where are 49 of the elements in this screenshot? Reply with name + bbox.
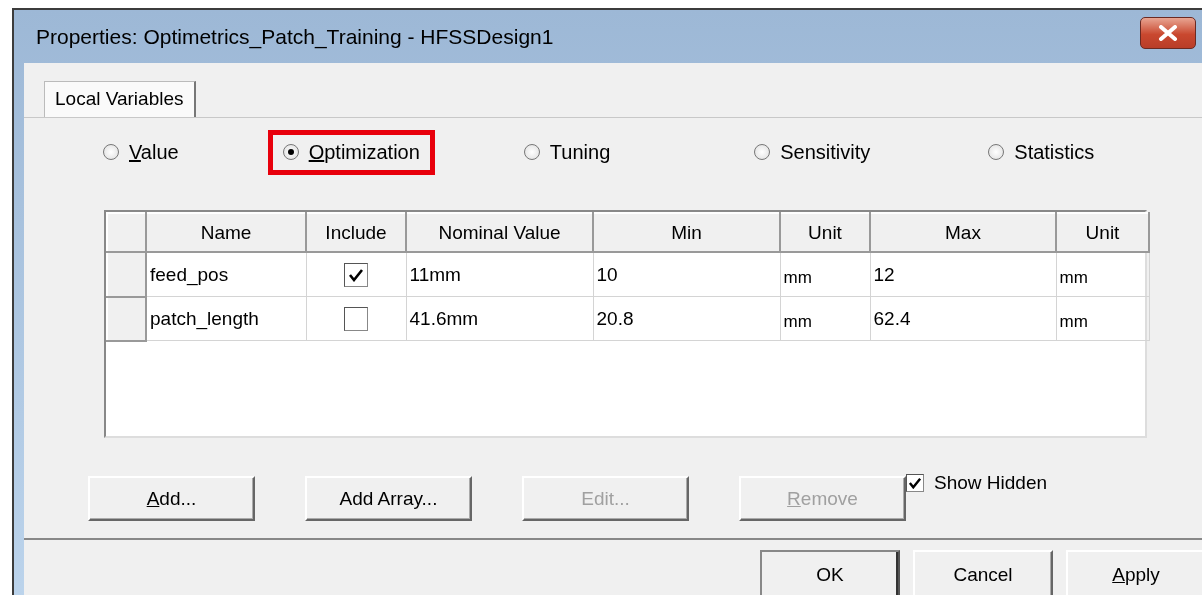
include-checkbox[interactable] — [344, 306, 368, 331]
column-header: Min — [593, 213, 780, 252]
radio-button[interactable] — [988, 144, 1005, 160]
radio-label: Value — [129, 140, 179, 164]
column-header: Unit — [1056, 213, 1149, 252]
dialog-button[interactable]: OK — [760, 550, 900, 595]
highlighted-radio-option[interactable]: Optimization — [267, 129, 435, 175]
radio-button[interactable] — [523, 144, 540, 160]
radio-label: Optimization — [308, 140, 420, 164]
table-cell: mm — [1056, 252, 1149, 297]
table-cell: mm — [780, 296, 870, 341]
radio-label: Statistics — [1014, 140, 1095, 164]
table-cell: 20.8 — [593, 296, 780, 341]
table-cell: 12 — [870, 252, 1056, 297]
radio-option[interactable]: Tuning — [508, 129, 626, 175]
column-header: Unit — [780, 213, 870, 252]
action-button[interactable]: Add... — [88, 476, 255, 521]
radio-option[interactable]: Sensitivity — [739, 129, 886, 175]
table-cell: mm — [780, 252, 870, 297]
table-cell: 62.4 — [870, 296, 1056, 341]
radio-button[interactable] — [754, 144, 771, 160]
column-header: Name — [146, 213, 306, 252]
window-title: Properties: Optimetrics_Patch_Training - HFSSDesign1 — [36, 24, 554, 49]
include-checkbox[interactable] — [344, 262, 368, 287]
dialog-button[interactable]: Cancel — [913, 550, 1053, 595]
table-cell: feed_pos — [146, 252, 306, 297]
table-cell: 11mm — [406, 252, 593, 297]
radio-option[interactable]: Statistics — [973, 129, 1110, 175]
column-header: Max — [870, 213, 1056, 252]
radio-option[interactable]: Value — [88, 129, 194, 175]
show-hidden-checkbox[interactable] — [906, 474, 924, 492]
checkmark-icon — [348, 267, 364, 282]
column-header: Nominal Value — [406, 213, 593, 252]
tab[interactable]: Local Variables — [44, 81, 196, 117]
table-cell: 41.6mm — [406, 296, 593, 341]
checkbox-label: Show Hidden — [934, 472, 1048, 494]
action-button[interactable]: Add Array... — [305, 476, 472, 521]
close-icon — [1157, 24, 1179, 41]
column-header: Include — [306, 213, 406, 252]
radio-label: Sensitivity — [780, 140, 871, 164]
table-cell: 10 — [593, 252, 780, 297]
table-cell: mm — [1056, 296, 1149, 341]
radio-button[interactable] — [103, 144, 119, 160]
radio-button[interactable] — [282, 144, 299, 160]
close-button[interactable] — [1140, 16, 1196, 49]
dialog-button[interactable]: Apply — [1066, 550, 1202, 595]
table-cell: patch_length — [146, 296, 306, 341]
radio-label: Tuning — [549, 140, 611, 164]
checkmark-icon — [908, 477, 922, 489]
